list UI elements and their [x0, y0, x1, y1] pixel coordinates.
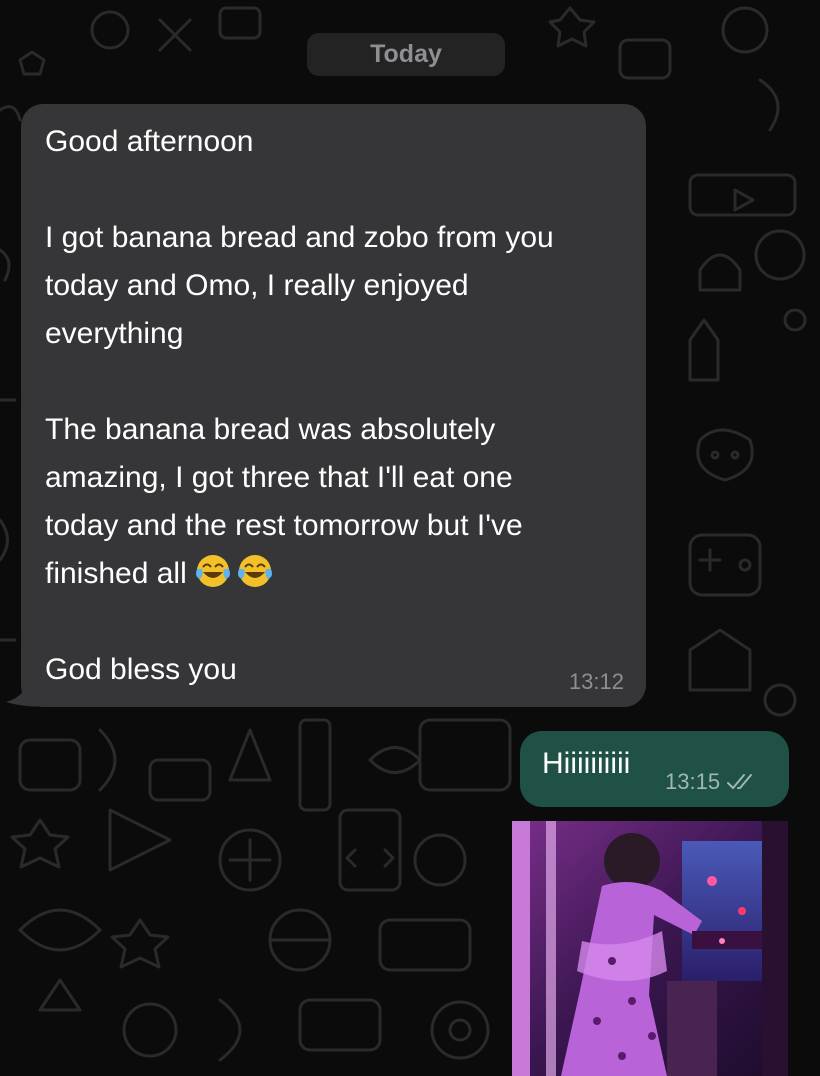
- message-line: I got banana bread and zobo from you: [45, 221, 554, 254]
- video-thumbnail[interactable]: [512, 821, 788, 1076]
- message-line-with-emoji: finished all: [45, 550, 622, 598]
- date-separator-label: Today: [370, 40, 442, 68]
- outgoing-message-text: Hiiiiiiiiii: [542, 747, 631, 780]
- incoming-message-text: Good afternoon I got banana bread and zob…: [45, 118, 622, 694]
- face-with-tears-of-joy-icon: [196, 555, 231, 587]
- message-line: [45, 358, 622, 406]
- message-line: today and the rest tomorrow but I've: [45, 509, 523, 542]
- message-line-text: finished all: [45, 557, 187, 590]
- face-with-tears-of-joy-icon: [238, 555, 273, 587]
- message-line: [45, 166, 622, 214]
- message-line: today and Omo, I really enjoyed: [45, 269, 469, 302]
- message-line: [45, 598, 622, 646]
- message-line: God bless you: [45, 653, 237, 686]
- outgoing-message-bubble[interactable]: Hiiiiiiiiii 13:15: [520, 731, 789, 807]
- outgoing-message-time: 13:15: [665, 769, 721, 794]
- message-line: The banana bread was absolutely: [45, 413, 496, 446]
- date-separator-chip: Today: [307, 33, 505, 76]
- message-line: everything: [45, 317, 184, 350]
- video-thumbnail-image: [512, 821, 788, 1076]
- incoming-message-time: 13:12: [568, 669, 624, 694]
- message-line: amazing, I got three that I'll eat one: [45, 461, 513, 494]
- double-check-read-icon: [727, 774, 753, 789]
- incoming-message-bubble[interactable]: Good afternoon I got banana bread and zob…: [21, 104, 646, 707]
- message-line: Good afternoon: [45, 125, 254, 158]
- outgoing-message-meta: 13:15: [665, 769, 756, 795]
